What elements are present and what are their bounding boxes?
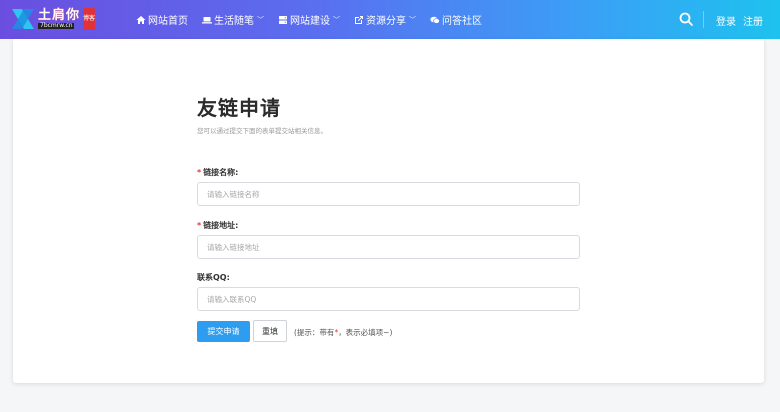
logo-wordmark: 土肩你 7bcmrw.cn <box>38 9 80 29</box>
home-icon <box>136 15 146 24</box>
nav-item-label: 问答社区 <box>442 16 482 27</box>
search-icon[interactable] <box>678 11 694 27</box>
page-subtitle: 您可以通过提交下面的表单提交站相关信息。 <box>197 127 327 135</box>
reset-button[interactable]: 重填 <box>253 320 287 342</box>
top-navbar: 土肩你 7bcmrw.cn 博客 网站首页 生活随笔 ﹀ 网站建设 ﹀ 资源分享… <box>0 0 780 39</box>
chat-icon <box>430 16 440 24</box>
field-label-text: 链接名称: <box>203 168 239 177</box>
nav-item-web-build[interactable]: 网站建设 ﹀ <box>278 12 340 27</box>
field-label-link-name: * 链接名称: <box>197 167 238 178</box>
logo-text: 土肩你 <box>38 8 81 23</box>
chevron-down-icon: ﹀ <box>333 15 340 24</box>
nav-item-label: 生活随笔 <box>214 16 254 27</box>
required-mark: * <box>197 168 202 177</box>
hint-suffix: ，表示必填项~) <box>338 328 393 337</box>
logo-badge: 博客 <box>83 8 95 30</box>
link-url-input[interactable] <box>197 235 580 259</box>
logo-subtext: 7bcmrw.cn <box>38 22 74 29</box>
chevron-down-icon: ﹀ <box>257 15 264 24</box>
nav-item-life-notes[interactable]: 生活随笔 ﹀ <box>202 12 264 27</box>
login-link[interactable]: 登录 <box>716 13 736 28</box>
logo-mark-icon <box>12 9 34 29</box>
nav-item-home[interactable]: 网站首页 <box>136 12 188 27</box>
required-hint: (提示：带有*，表示必填项~) <box>294 327 392 338</box>
main-nav: 网站首页 生活随笔 ﹀ 网站建设 ﹀ 资源分享 ﹀ 问答社区 <box>136 0 496 39</box>
register-link[interactable]: 注册 <box>743 13 763 28</box>
header-divider <box>703 11 704 28</box>
nav-item-resources[interactable]: 资源分享 ﹀ <box>354 12 416 27</box>
nav-item-label: 网站建设 <box>290 16 330 27</box>
nav-item-label: 网站首页 <box>148 16 188 27</box>
site-logo[interactable]: 土肩你 7bcmrw.cn 博客 <box>10 6 98 32</box>
laptop-icon <box>202 16 212 23</box>
required-mark: * <box>197 221 202 230</box>
auth-links: 登录 注册 <box>716 13 770 28</box>
contact-qq-input[interactable] <box>197 287 580 311</box>
field-label-text: 链接地址: <box>203 221 239 230</box>
nav-item-label: 资源分享 <box>366 16 406 27</box>
submit-button[interactable]: 提交申请 <box>197 321 250 342</box>
field-label-text: 联系QQ: <box>197 273 230 282</box>
external-link-icon <box>355 15 363 24</box>
nav-item-qa[interactable]: 问答社区 <box>430 12 482 27</box>
chevron-down-icon: ﹀ <box>409 15 416 24</box>
link-name-input[interactable] <box>197 182 580 206</box>
server-icon <box>279 15 287 24</box>
field-label-link-url: * 链接地址: <box>197 220 238 231</box>
page-title: 友链申请 <box>197 96 281 120</box>
field-label-contact-qq: 联系QQ: <box>197 272 230 283</box>
hint-prefix: (提示：带有 <box>294 328 335 337</box>
